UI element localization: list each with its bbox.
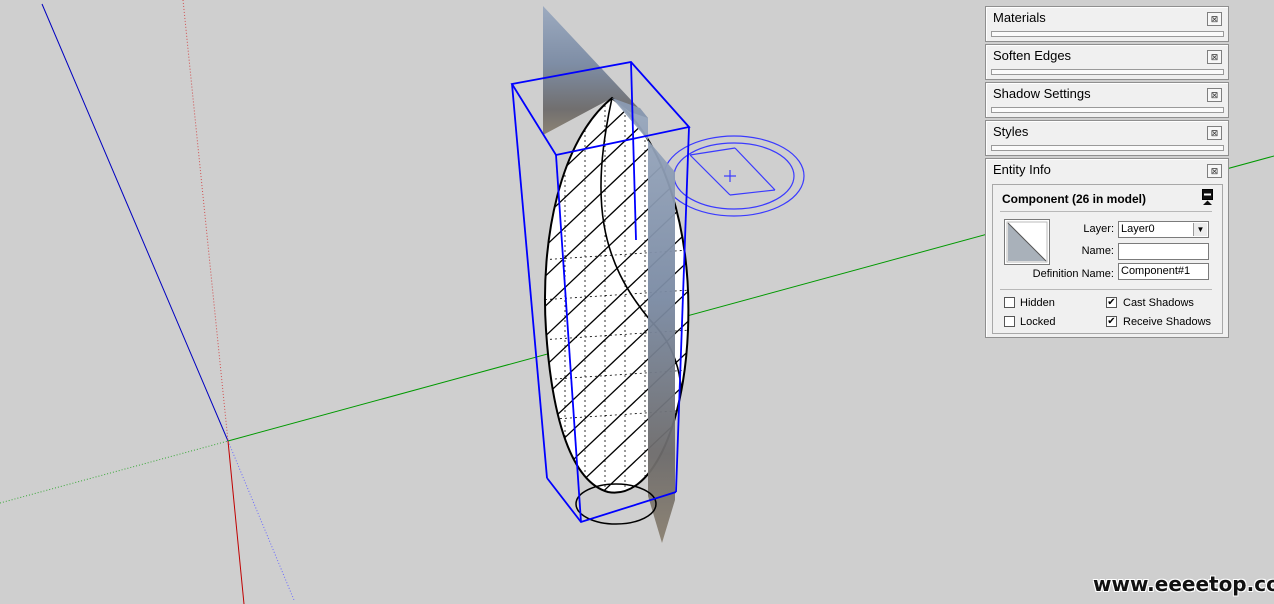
panel-title[interactable]: Soften Edges: [993, 48, 1071, 63]
panel-collapsed-bar: [991, 107, 1224, 113]
blue-axis: [41, 3, 229, 442]
panel-title[interactable]: Entity Info: [993, 162, 1051, 177]
hidden-checkbox[interactable]: [1004, 297, 1015, 308]
name-label: Name:: [1081, 245, 1114, 257]
locked-checkbox[interactable]: [1004, 316, 1015, 327]
panel-materials[interactable]: Materials ⊠: [985, 6, 1229, 42]
checkmark-icon: ✔: [1107, 316, 1116, 327]
cast-shadows-checkbox[interactable]: ✔: [1106, 297, 1117, 308]
divider: [1000, 211, 1212, 212]
close-icon[interactable]: ⊠: [1207, 88, 1222, 102]
panel-collapsed-bar: [991, 69, 1224, 75]
close-icon[interactable]: ⊠: [1207, 12, 1222, 26]
red-axis: [227, 440, 245, 604]
component-heading: Component (26 in model): [1002, 192, 1146, 206]
panel-styles[interactable]: Styles ⊠: [985, 120, 1229, 156]
hidden-label: Hidden: [1020, 297, 1055, 309]
receive-shadows-label: Receive Shadows: [1123, 316, 1212, 328]
panel-soften-edges[interactable]: Soften Edges ⊠: [985, 44, 1229, 80]
definition-name-field[interactable]: Component#1: [1118, 263, 1209, 280]
cast-shadows-label: Cast Shadows: [1123, 297, 1194, 309]
blue-axis-negative: [227, 440, 295, 601]
panel-entity-info[interactable]: Entity Info ⊠ Component (26 in model) La…: [985, 158, 1229, 338]
dropdown-arrow-icon[interactable]: ▼: [1193, 223, 1207, 236]
close-icon[interactable]: ⊠: [1207, 126, 1222, 140]
component-thumbnail: [1004, 219, 1050, 265]
close-icon[interactable]: ⊠: [1207, 50, 1222, 64]
name-field[interactable]: [1118, 243, 1209, 260]
definition-name-label: Definition Name:: [1032, 268, 1114, 280]
divider: [1000, 289, 1212, 290]
panel-collapsed-bar: [991, 145, 1224, 151]
panel-shadow-settings[interactable]: Shadow Settings ⊠: [985, 82, 1229, 118]
panel-title[interactable]: Shadow Settings: [993, 86, 1091, 101]
watermark: www.eeeetop.com: [1093, 572, 1274, 596]
locked-label: Locked: [1020, 316, 1056, 328]
layer-label: Layer:: [1083, 223, 1114, 235]
green-axis-negative: [0, 440, 229, 504]
entity-info-body: Component (26 in model) Layer: Layer0 ▼ …: [992, 184, 1223, 334]
layer-value: Layer0: [1121, 223, 1155, 235]
red-axis-negative: [182, 0, 229, 442]
collapse-icon[interactable]: [1202, 189, 1213, 206]
layer-select[interactable]: Layer0 ▼: [1118, 221, 1209, 238]
checkmark-icon: ✔: [1107, 297, 1116, 308]
receive-shadows-checkbox[interactable]: ✔: [1106, 316, 1117, 327]
panel-title[interactable]: Materials: [993, 10, 1046, 25]
protractor-icon: [663, 135, 805, 217]
close-icon[interactable]: ⊠: [1207, 164, 1222, 178]
panel-title[interactable]: Styles: [993, 124, 1028, 139]
panel-collapsed-bar: [991, 31, 1224, 37]
